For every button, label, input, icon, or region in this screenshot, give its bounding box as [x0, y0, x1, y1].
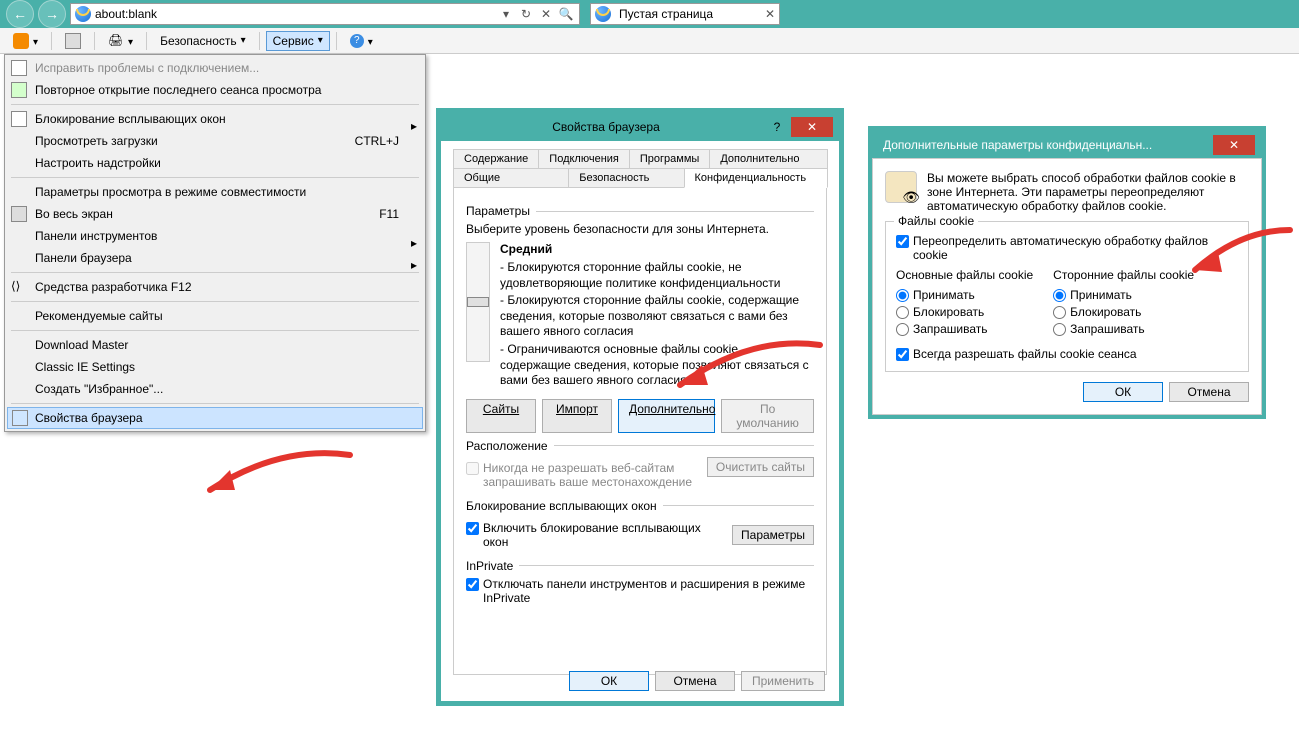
menu-tool-panels[interactable]: Панели инструментов [7, 225, 423, 247]
inprivate-label: InPrivate [466, 559, 814, 573]
first-ask-radio[interactable]: Запрашивать [896, 322, 1033, 336]
override-checkbox[interactable]: Переопределить автоматическую обработку … [896, 234, 1238, 262]
help-button[interactable]: ? [343, 31, 380, 51]
stop-icon[interactable]: ✕ [537, 5, 555, 23]
third-block-radio[interactable]: Блокировать [1053, 305, 1194, 319]
back-button[interactable]: ← [6, 0, 34, 28]
ie-icon [595, 6, 611, 22]
first-block-radio[interactable]: Блокировать [896, 305, 1033, 319]
security-menu[interactable]: Безопасность [153, 31, 253, 51]
tab-connections[interactable]: Подключения [538, 149, 630, 169]
dialog-title: Свойства браузера [447, 120, 765, 134]
tab-general[interactable]: Общие [453, 168, 569, 188]
tab-advanced[interactable]: Дополнительно [709, 149, 828, 169]
first-accept-radio[interactable]: Принимать [896, 288, 1033, 302]
refresh-icon[interactable]: ↻ [517, 5, 535, 23]
tab-programs[interactable]: Программы [629, 149, 710, 169]
import-button[interactable]: Импорт [542, 399, 612, 433]
read-mail-button[interactable] [58, 30, 88, 52]
menu-reopen-session[interactable]: Повторное открытие последнего сеанса про… [7, 79, 423, 101]
ok-button[interactable]: ОК [1083, 382, 1163, 402]
privacy-slider[interactable] [466, 242, 490, 362]
advanced-button[interactable]: Дополнительно [618, 399, 715, 433]
close-icon[interactable]: ✕ [765, 7, 775, 21]
advanced-privacy-dialog: Дополнительные параметры конфиденциальн.… [872, 130, 1262, 415]
third-accept-radio[interactable]: Принимать [1053, 288, 1194, 302]
address-bar[interactable]: about:blank ▾ ↻ ✕ 🔍 [70, 3, 580, 25]
privacy-icon [885, 171, 917, 203]
service-dropdown: Исправить проблемы с подключением... Пов… [4, 54, 426, 432]
default-button: По умолчанию [721, 399, 814, 433]
cookies-group: Файлы cookie Переопределить автоматическ… [885, 221, 1249, 372]
menu-classic-ie[interactable]: Classic IE Settings [7, 356, 423, 378]
menu-browser-properties[interactable]: Свойства браузера [7, 407, 423, 429]
properties-tabs: Содержание Подключения Программы Дополни… [453, 149, 827, 187]
tab-security[interactable]: Безопасность [568, 168, 684, 188]
tab-privacy[interactable]: Конфиденциальность [684, 168, 829, 188]
first-party-label: Основные файлы cookie [896, 268, 1033, 282]
menu-devtools[interactable]: ⟨⟩Средства разработчика F12 [7, 276, 423, 298]
menu-addons[interactable]: Настроить надстройки [7, 152, 423, 174]
annotation-arrow-1 [180, 440, 360, 520]
tab-content[interactable]: Содержание [453, 149, 539, 169]
apply-button: Применить [741, 671, 825, 691]
location-checkbox[interactable]: Никогда не разрешать веб-сайтам запрашив… [466, 461, 699, 489]
menu-downloads[interactable]: Просмотреть загрузкиCTRL+J [7, 130, 423, 152]
menu-popup-blocker[interactable]: Блокирование всплывающих окон [7, 108, 423, 130]
menu-browser-panels[interactable]: Панели браузера [7, 247, 423, 269]
ie-icon [75, 6, 91, 22]
browser-tab[interactable]: Пустая страница ✕ [590, 3, 780, 25]
select-level-text: Выберите уровень безопасности для зоны И… [466, 222, 814, 236]
level-description: Средний - Блокируются сторонние файлы co… [500, 242, 814, 391]
clear-sites-button: Очистить сайты [707, 457, 814, 477]
menu-fullscreen[interactable]: Во весь экранF11 [7, 203, 423, 225]
ok-button[interactable]: ОК [569, 671, 649, 691]
browser-properties-dialog: Свойства браузера ? ✕ Содержание Подключ… [440, 112, 840, 702]
close-button[interactable]: ✕ [1213, 135, 1255, 155]
close-button[interactable]: ✕ [791, 117, 833, 137]
session-checkbox[interactable]: Всегда разрешать файлы cookie сеанса [896, 347, 1238, 361]
browser-toolbar: 🖨 Безопасность Сервис ? [0, 28, 1299, 54]
intro-text: Вы можете выбрать способ обработки файло… [927, 171, 1249, 213]
popup-label: Блокирование всплывающих окон [466, 499, 814, 513]
third-ask-radio[interactable]: Запрашивать [1053, 322, 1194, 336]
popup-checkbox[interactable]: Включить блокирование всплывающих окон [466, 521, 724, 549]
tab-title: Пустая страница [619, 7, 713, 21]
dropdown-icon[interactable]: ▾ [497, 5, 515, 23]
cancel-button[interactable]: Отмена [1169, 382, 1249, 402]
sites-button[interactable]: Сайты [466, 399, 536, 433]
dialog-title: Дополнительные параметры конфиденциальн.… [879, 138, 1211, 152]
forward-button[interactable]: → [38, 0, 66, 28]
inprivate-checkbox[interactable]: Отключать панели инструментов и расширен… [466, 577, 814, 605]
menu-fix-connection[interactable]: Исправить проблемы с подключением... [7, 57, 423, 79]
search-icon[interactable]: 🔍 [557, 5, 575, 23]
service-menu[interactable]: Сервис [266, 31, 330, 51]
menu-recommended[interactable]: Рекомендуемые сайты [7, 305, 423, 327]
print-button[interactable]: 🖨 [101, 30, 140, 52]
cancel-button[interactable]: Отмена [655, 671, 735, 691]
menu-create-favorite[interactable]: Создать "Избранное"... [7, 378, 423, 400]
params-label: Параметры [466, 204, 814, 218]
popup-params-button[interactable]: Параметры [732, 525, 814, 545]
help-button[interactable]: ? [765, 117, 789, 137]
location-label: Расположение [466, 439, 814, 453]
menu-compat-view[interactable]: Параметры просмотра в режиме совместимос… [7, 181, 423, 203]
feeds-button[interactable] [6, 30, 45, 52]
address-url: about:blank [95, 7, 157, 21]
third-party-label: Сторонние файлы cookie [1053, 268, 1194, 282]
menu-download-master[interactable]: Download Master [7, 334, 423, 356]
